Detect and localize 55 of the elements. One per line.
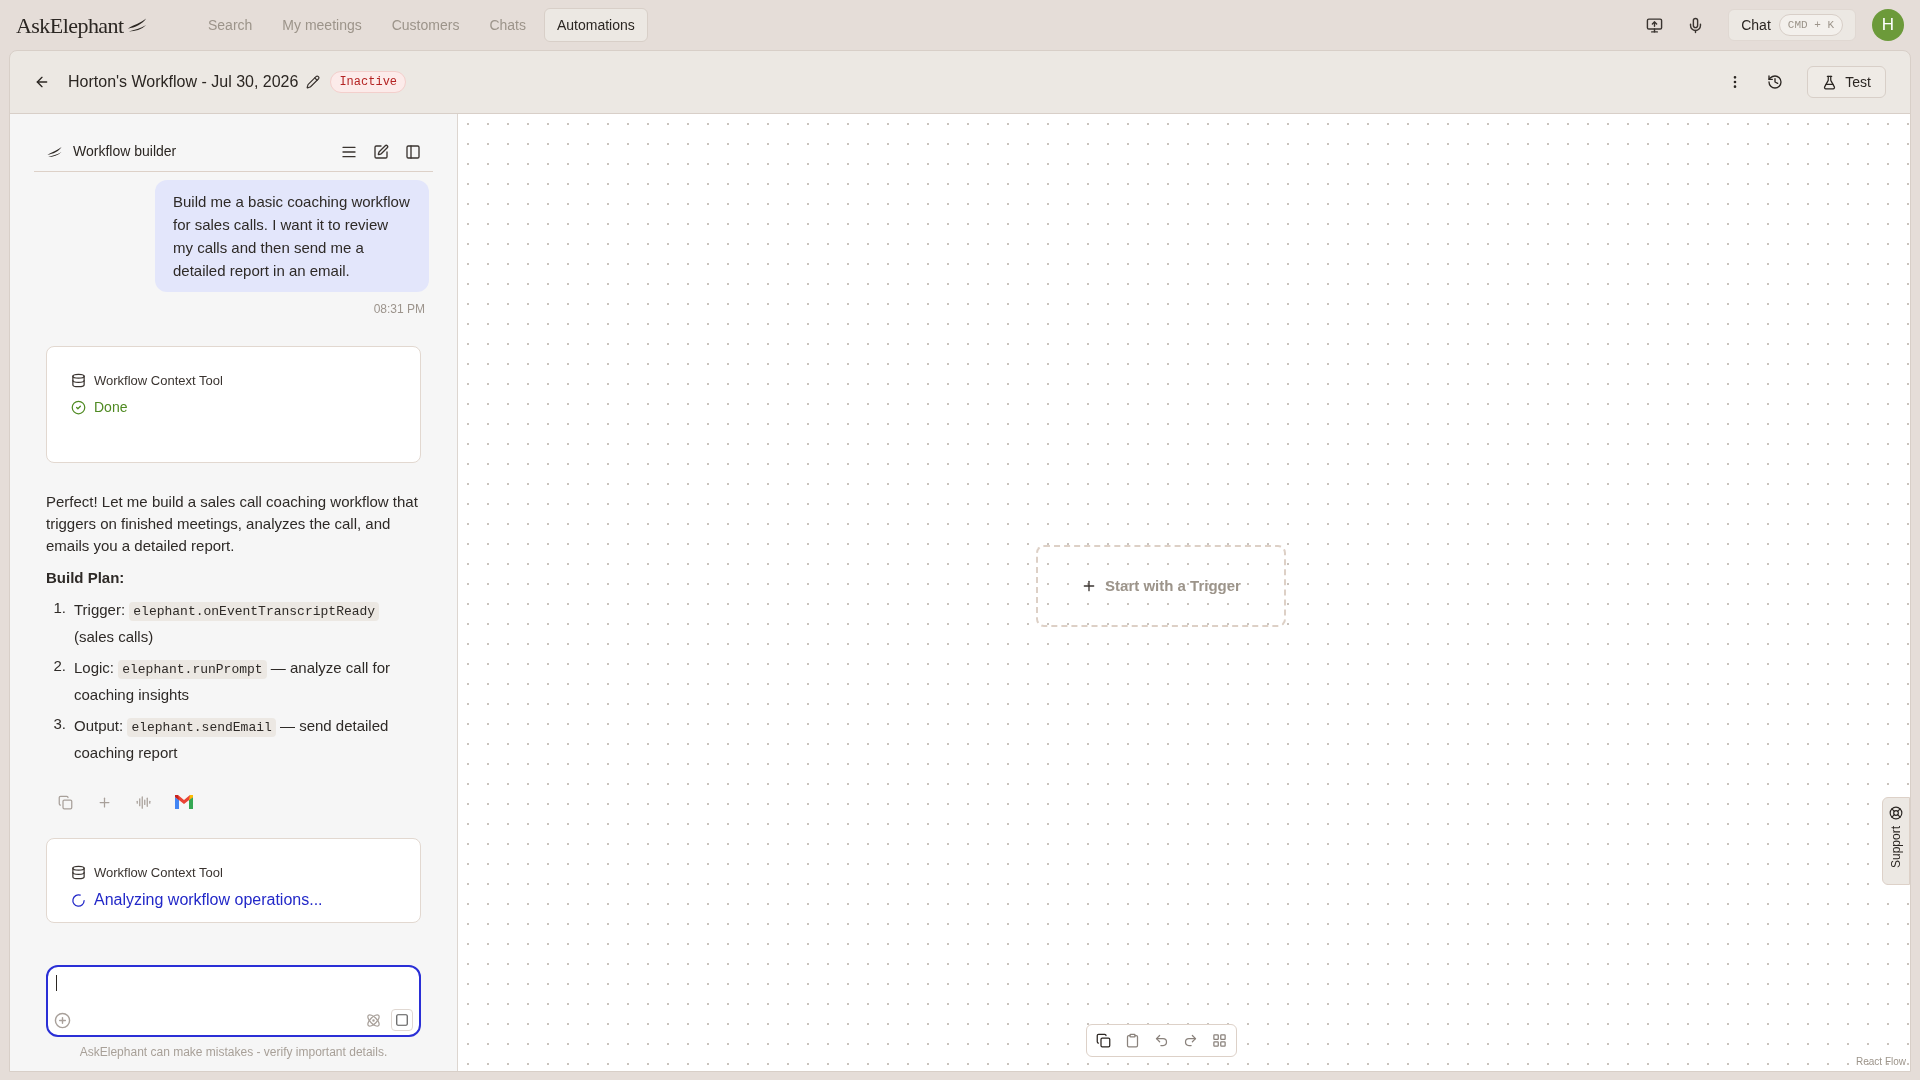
panel-title: Workflow builder bbox=[73, 142, 177, 161]
attach-icon[interactable] bbox=[54, 1011, 71, 1029]
message-time: 08:31 PM bbox=[373, 301, 425, 318]
assistant-message: Perfect! Let me build a sales call coaching workflow that triggers on finished meetings, analyzes the call, and emails you a detailed report. bbox=[46, 491, 419, 556]
plan-heading: Build Plan: bbox=[46, 567, 126, 588]
screen-share-icon[interactable] bbox=[1646, 16, 1664, 34]
tool-status: Done bbox=[94, 397, 128, 417]
clipboard-icon[interactable] bbox=[1124, 1033, 1140, 1048]
message-input[interactable] bbox=[46, 965, 421, 1037]
nav-tab[interactable]: Automations bbox=[544, 8, 648, 42]
workflow-title: Horton's Workflow - Jul 30, 2026 bbox=[68, 72, 299, 92]
redo-icon[interactable] bbox=[1182, 1033, 1198, 1048]
support-tab[interactable]: Support bbox=[1882, 797, 1910, 885]
tool-status: Analyzing workflow operations... bbox=[94, 890, 323, 910]
shortcut-badge: CMD + K bbox=[1778, 13, 1843, 37]
tool-name: Workflow Context Tool bbox=[94, 863, 223, 882]
list-number: 2. bbox=[52, 655, 66, 676]
check-icon bbox=[71, 399, 86, 415]
edit-icon[interactable] bbox=[306, 75, 321, 89]
chat-button[interactable]: Chat CMD + K bbox=[1728, 9, 1856, 41]
nav-tab[interactable]: My meetings bbox=[270, 8, 374, 42]
step-text: Output: elephant.sendEmail — send detailed coaching report bbox=[74, 715, 390, 763]
nav-tab[interactable]: Chats bbox=[477, 8, 538, 42]
history-icon[interactable] bbox=[1767, 74, 1784, 90]
test-button[interactable]: Test bbox=[1807, 66, 1886, 98]
nav-tab[interactable]: Customers bbox=[379, 8, 472, 42]
tool-name: Workflow Context Tool bbox=[94, 372, 223, 390]
step-text: Logic: elephant.runPrompt — analyze call for coaching insights bbox=[74, 657, 392, 705]
undo-icon[interactable] bbox=[1153, 1033, 1169, 1048]
copy-icon[interactable] bbox=[1095, 1033, 1111, 1048]
stop-button[interactable] bbox=[391, 1009, 413, 1031]
support-icon bbox=[1889, 806, 1903, 820]
database-icon bbox=[71, 373, 86, 389]
spinner-icon bbox=[71, 892, 86, 908]
user-avatar[interactable]: H bbox=[1872, 9, 1904, 41]
logo-text: AskElephant bbox=[16, 11, 124, 40]
database-icon bbox=[71, 864, 86, 880]
attribution-link[interactable]: React Flow bbox=[1856, 1054, 1906, 1069]
list-number: 3. bbox=[52, 713, 66, 734]
step-text: Trigger: elephant.onEventTranscriptReady (sales calls) bbox=[74, 596, 421, 649]
mail-icon[interactable] bbox=[175, 795, 193, 809]
user-message: Build me a basic coaching workflow for sales calls. I want it to review my calls and then send me a detailed report in an email. bbox=[155, 180, 429, 292]
add-trigger-node[interactable]: Start with a Trigger bbox=[1036, 545, 1286, 627]
swoosh-icon bbox=[46, 145, 63, 158]
sidebar-toggle-icon[interactable] bbox=[405, 143, 421, 160]
list-number: 1. bbox=[52, 597, 66, 618]
back-icon[interactable] bbox=[34, 74, 50, 90]
stop-icon bbox=[395, 1013, 409, 1027]
grid-icon[interactable] bbox=[1211, 1033, 1227, 1048]
new-chat-icon[interactable] bbox=[373, 143, 389, 160]
status-badge: Inactive bbox=[330, 71, 407, 93]
swoosh-icon bbox=[125, 17, 148, 33]
disclaimer-text: AskElephant can make mistakes - verify important details. bbox=[78, 1044, 389, 1061]
nav-tab[interactable]: Search bbox=[196, 8, 265, 42]
flask-icon bbox=[1822, 74, 1838, 90]
